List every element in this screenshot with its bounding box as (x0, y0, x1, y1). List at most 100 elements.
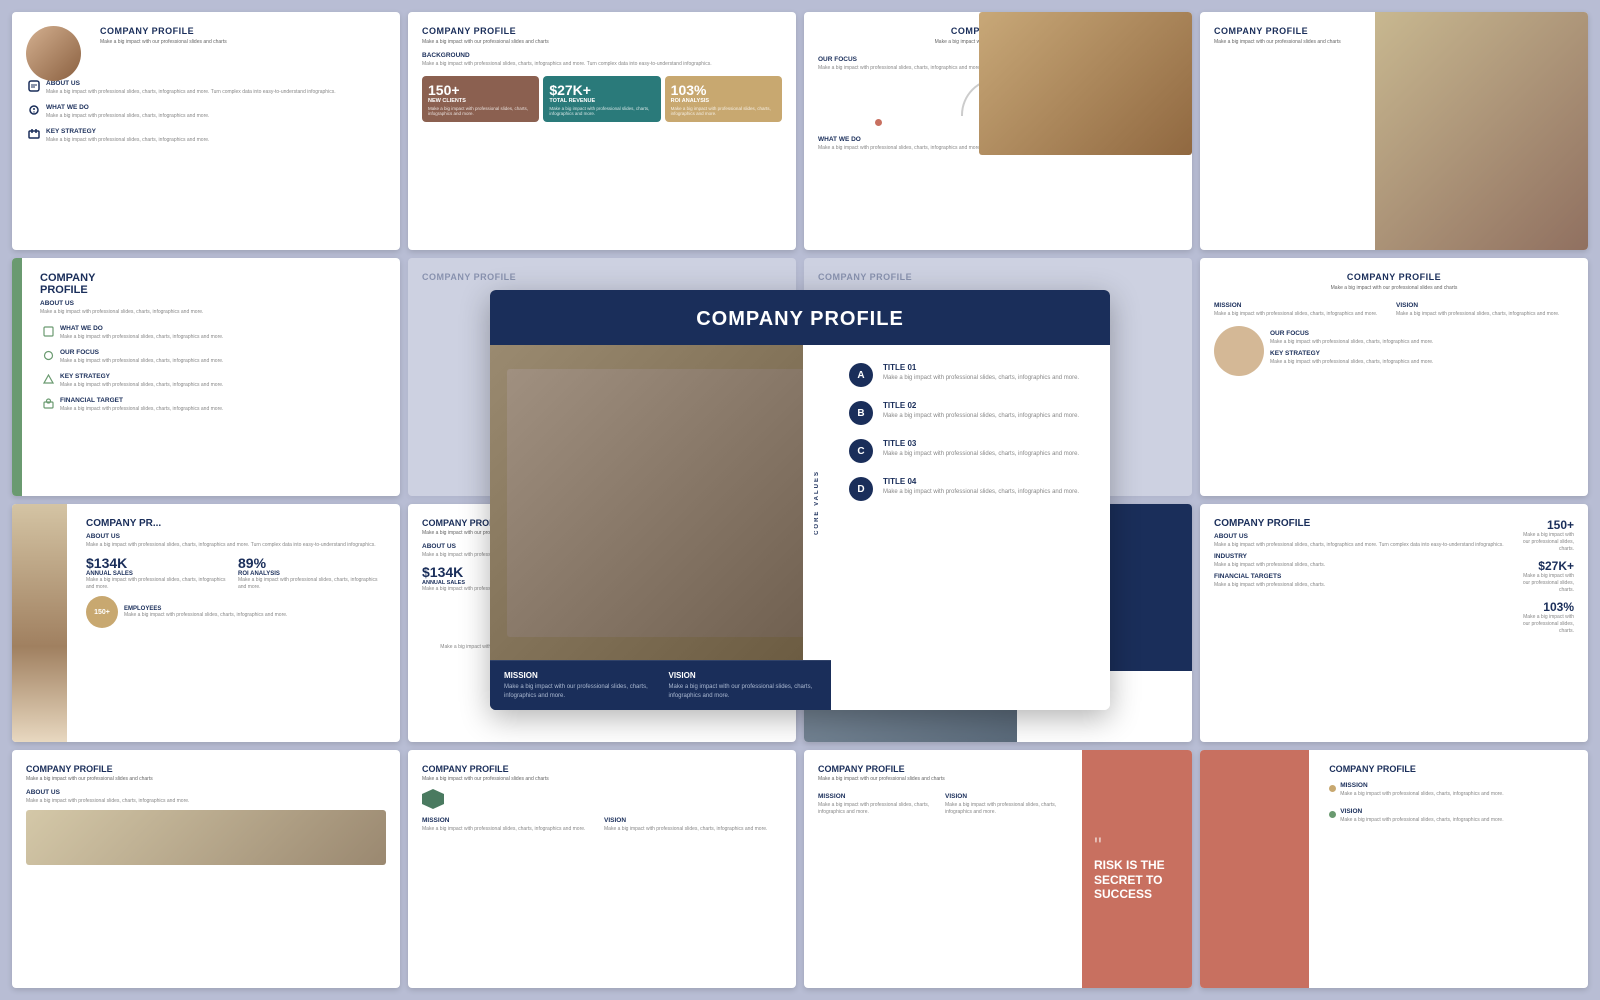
slide-title-r2c2: COMPANY PROFILE (422, 272, 782, 282)
what-text-r2c1: WHAT WE DO Make a big impact with profes… (60, 321, 223, 341)
cv-item-c: C TITLE 03 Make a big impact with profes… (849, 439, 1092, 463)
focus-block: OUR FOCUS Make a big impact with profess… (818, 52, 995, 72)
strategy-desc-r2c1: Make a big impact with professional slid… (60, 382, 223, 389)
slide-title-r2c3: COMPANY PROFILE (818, 272, 1178, 282)
stat2-num: 89% (238, 555, 386, 571)
stats-row-r3c1: $134K ANNUAL SALES Make a big impact wit… (86, 555, 386, 591)
strategy-r2c1: KEY STRATEGY Make a big impact with prof… (40, 369, 386, 389)
r3c4-left: COMPANY PROFILE ABOUT US Make a big impa… (1214, 518, 1513, 635)
slide-r1c1: COMPANY PROFILE Make a big impact with o… (12, 12, 400, 250)
about-label: ABOUT US (46, 80, 336, 87)
slide-title-r1c1: COMPANY PROFILE (100, 26, 386, 36)
cv-title-a: TITLE 01 (883, 363, 1079, 372)
mission-mv: MISSION Make a big impact with our profe… (504, 671, 653, 700)
cv-desc-d: Make a big impact with professional slid… (883, 488, 1079, 496)
what-text-r1c3: Make a big impact with professional slid… (818, 145, 995, 152)
dot-tan (1115, 119, 1122, 126)
slide-r4c2: COMPANY PROFILE Make a big impact with o… (408, 750, 796, 988)
cv-title-b: TITLE 02 (883, 401, 1079, 410)
hex-green (422, 789, 444, 809)
stat-label-1: NEW CLIENTS (428, 98, 533, 104)
mission-block-r2c4: MISSION Make a big impact with professio… (1214, 298, 1392, 318)
r4c4-vision-row: VISION Make a big impact with profession… (1329, 804, 1574, 824)
stat1-r3c1: $134K ANNUAL SALES Make a big impact wit… (86, 555, 234, 591)
r4c4-dot2 (1329, 811, 1336, 818)
vision-block-r2c4: VISION Make a big impact with profession… (1396, 298, 1574, 318)
partnership-label: PARTNERSHIP (1001, 136, 1178, 143)
r4c4-vision-text: Make a big impact with professional slid… (1340, 817, 1503, 824)
r3c1-content: COMPANY PR... ABOUT US Make a big impact… (72, 504, 400, 642)
r4c4-mission-label: MISSION (1340, 782, 1503, 789)
what-text: Make a big impact with professional slid… (46, 113, 209, 120)
about-icon (26, 78, 42, 94)
arch-shape (961, 78, 1036, 116)
r3c4-layout: COMPANY PROFILE ABOUT US Make a big impa… (1214, 518, 1574, 635)
r3c4-stat1: 150+ (1519, 518, 1574, 532)
strategy-text-r1c3: Make a big impact with professional slid… (1001, 65, 1178, 72)
emp-text: EMPLOYEES Make a big impact with profess… (124, 606, 287, 619)
dot-red (875, 119, 882, 126)
slide-subtitle-r1c1: Make a big impact with our professional … (100, 39, 386, 46)
focus-strategy-grid: OUR FOCUS Make a big impact with profess… (818, 52, 1178, 72)
r4c4-mission-text: Make a big impact with professional slid… (1340, 791, 1503, 798)
r3c4-stat2: $27K+ (1519, 559, 1574, 573)
focus-label: OUR FOCUS (818, 56, 995, 63)
about-text-block: ABOUT US Make a big impact with professi… (46, 76, 336, 96)
mission-label-r2c4: MISSION (1214, 302, 1392, 309)
strategy-icon (26, 126, 42, 142)
r3c4-right-stats: 150+ Make a big impact with our professi… (1519, 518, 1574, 635)
cv-text-c: TITLE 03 Make a big impact with professi… (883, 439, 1079, 458)
slide-title-r1c4: COMPANY PROFILE (1214, 26, 1574, 36)
strategy-label: KEY STRATEGY (46, 128, 209, 135)
cv-circle-d: D (849, 477, 873, 501)
what-block: WHAT WE DO Make a big impact with profes… (818, 132, 995, 152)
cv-circle-c: C (849, 439, 873, 463)
r3c4-stat1-desc: Make a big impact with our professional … (1519, 532, 1574, 553)
cv-desc-c: Make a big impact with professional slid… (883, 450, 1079, 458)
r4c1-title: COMPANY PROFILE (26, 764, 386, 774)
financial-icon-r2c1 (40, 395, 56, 411)
what-label-r1c3: WHAT WE DO (818, 136, 995, 143)
what-icon (26, 102, 42, 118)
cv-text-b: TITLE 02 Make a big impact with professi… (883, 401, 1079, 420)
vision-text: Make a big impact with our professional … (669, 683, 818, 700)
vision-text-r4c2: Make a big impact with professional slid… (604, 826, 782, 833)
cv-circle-a: A (849, 363, 873, 387)
arch-diagram-container (818, 78, 1178, 126)
what-desc-r2c1: Make a big impact with professional slid… (60, 334, 223, 341)
vision-label-r4c3: VISION (945, 793, 1068, 800)
stat-card-2: $27K+ TOTAL REVENUE Make a big impact wi… (543, 76, 660, 122)
stats-row: 150+ NEW CLIENTS Make a big impact with … (422, 76, 782, 122)
quote-mark: " (1094, 837, 1180, 855)
r3c4-stat3: 103% (1519, 600, 1574, 614)
industry-r3c4: INDUSTRY (1214, 553, 1513, 560)
slide-title-r1c3: COMPANY PROFILE (818, 26, 1178, 36)
featured-slide: COMPANY PROFILE CORE VALUES (490, 290, 1110, 710)
strategy-section: KEY STRATEGY Make a big impact with prof… (26, 124, 386, 144)
mission-text-r4c2: Make a big impact with professional slid… (422, 826, 600, 833)
strategy-label-r1c3: KEY STRATEGY (1001, 56, 1178, 63)
slide-title-r2c4: COMPANY PROFILE (1214, 272, 1574, 282)
r1c4-content: COMPANY PROFILE Make a big impact with o… (1214, 26, 1574, 46)
r4c4-dot1 (1329, 785, 1336, 792)
what-text-block: WHAT WE DO Make a big impact with profes… (46, 100, 209, 120)
r4c1-subtitle: Make a big impact with our professional … (26, 776, 386, 783)
r4c2-title: COMPANY PROFILE (422, 764, 782, 774)
financial-text-r2c1: FINANCIAL TARGET Make a big impact with … (60, 393, 223, 413)
r4c3-title: COMPANY PROFILE (818, 764, 1068, 774)
mission-text: Make a big impact with our professional … (504, 683, 653, 700)
core-values-list: A TITLE 01 Make a big impact with profes… (849, 363, 1092, 501)
stat-num-2: $27K+ (549, 82, 654, 98)
r3c4-title: COMPANY PROFILE (1214, 518, 1513, 529)
about-text-r3c4: Make a big impact with professional slid… (1214, 542, 1513, 549)
what-label-r2c1: WHAT WE DO (60, 325, 223, 332)
vision-mv: VISION Make a big impact with our profes… (669, 671, 818, 700)
about-text: Make a big impact with professional slid… (46, 89, 336, 96)
core-values-bar: CORE VALUES (803, 345, 831, 660)
mission-vision-bar: MISSION Make a big impact with our profe… (490, 660, 831, 710)
arch-dots (818, 119, 1178, 126)
about-text-r3c1: Make a big impact with professional slid… (86, 542, 386, 549)
strategy-icon-r2c1 (40, 371, 56, 387)
vision-r4c2: VISION Make a big impact with profession… (604, 813, 782, 833)
financial-desc-r2c1: Make a big impact with professional slid… (60, 406, 223, 413)
